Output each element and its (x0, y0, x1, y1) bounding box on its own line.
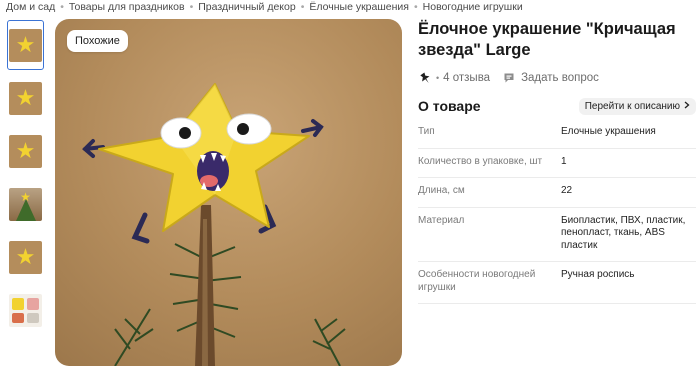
thumbnail-image (9, 293, 42, 327)
thumbnail-image: ★ (9, 187, 42, 221)
thumbnail-list: ★ ★ ★ ★ ★ (7, 20, 45, 338)
attribute-name: Материал (418, 214, 465, 226)
thumbnail-4[interactable]: ★ (7, 179, 44, 229)
attribute-row: Особенности новогодней игрушки Ручная ро… (418, 262, 696, 304)
reviews-link[interactable]: 4 отзыва (443, 72, 490, 84)
breadcrumb-item[interactable]: Ёлочные украшения (309, 1, 409, 13)
attribute-value: Биопластик, ПВХ, пластик, пенопласт, тка… (561, 214, 686, 251)
attribute-value: Ручная роспись (561, 269, 635, 280)
attributes-list: Тип Елочные украшения Количество в упако… (418, 119, 696, 304)
breadcrumb-separator: • (413, 1, 418, 13)
attribute-value: 1 (561, 155, 567, 167)
thumbnail-image: ★ (9, 28, 42, 62)
star-ornament-image (82, 83, 346, 366)
thumbnail-image: ★ (9, 81, 42, 115)
thumbnail-3[interactable]: ★ (7, 126, 44, 176)
attribute-value: 22 (561, 185, 573, 196)
ask-question-link[interactable]: Задать вопрос (502, 71, 599, 85)
breadcrumb-item[interactable]: Товары для праздников (69, 1, 185, 13)
attribute-name: Тип (418, 126, 435, 137)
attribute-row: Длина, см 22 (418, 178, 696, 208)
breadcrumb-item[interactable]: Дом и сад (6, 1, 55, 13)
product-main-image[interactable]: Похожие (55, 19, 402, 366)
product-title: Ёлочное украшение "Кричащая звезда" Larg… (418, 20, 676, 59)
product-meta: • 4 отзыва Задать вопрос (418, 70, 599, 86)
breadcrumb-separator: • (189, 1, 194, 13)
go-to-description-label: Перейти к описанию (584, 100, 680, 112)
chat-bubble-icon (502, 71, 516, 85)
attribute-value: Елочные украшения (561, 126, 656, 137)
similar-button[interactable]: Похожие (67, 30, 128, 52)
about-header: О товаре Перейти к описанию (418, 96, 696, 116)
attribute-name: Количество в упаковке, шт (418, 155, 543, 167)
breadcrumb-separator: • (60, 1, 64, 13)
attribute-name: Особенности новогодней игрушки (418, 269, 536, 293)
thumbnail-6[interactable] (7, 285, 44, 335)
pin-icon[interactable] (418, 71, 432, 85)
thumbnail-2[interactable]: ★ (7, 73, 44, 123)
attribute-row: Тип Елочные украшения (418, 119, 696, 149)
attribute-row: Количество в упаковке, шт 1 (418, 149, 696, 178)
ask-question-label: Задать вопрос (521, 72, 599, 84)
thumbnail-image: ★ (9, 134, 42, 168)
go-to-description-button[interactable]: Перейти к описанию (578, 97, 696, 115)
attribute-row: Материал Биопластик, ПВХ, пластик, пеноп… (418, 208, 696, 262)
breadcrumb: Дом и сад • Товары для праздников • Праз… (6, 0, 523, 14)
breadcrumb-item[interactable]: Праздничный декор (198, 1, 295, 13)
thumbnail-1[interactable]: ★ (7, 20, 44, 70)
breadcrumb-separator: • (300, 1, 305, 13)
chevron-right-icon (684, 101, 690, 112)
breadcrumb-item[interactable]: Новогодние игрушки (423, 1, 523, 13)
thumbnail-5[interactable]: ★ (7, 232, 44, 282)
about-title: О товаре (418, 98, 481, 114)
attribute-name: Длина, см (418, 185, 465, 196)
dot-separator: • (436, 73, 440, 83)
thumbnail-image: ★ (9, 240, 42, 274)
